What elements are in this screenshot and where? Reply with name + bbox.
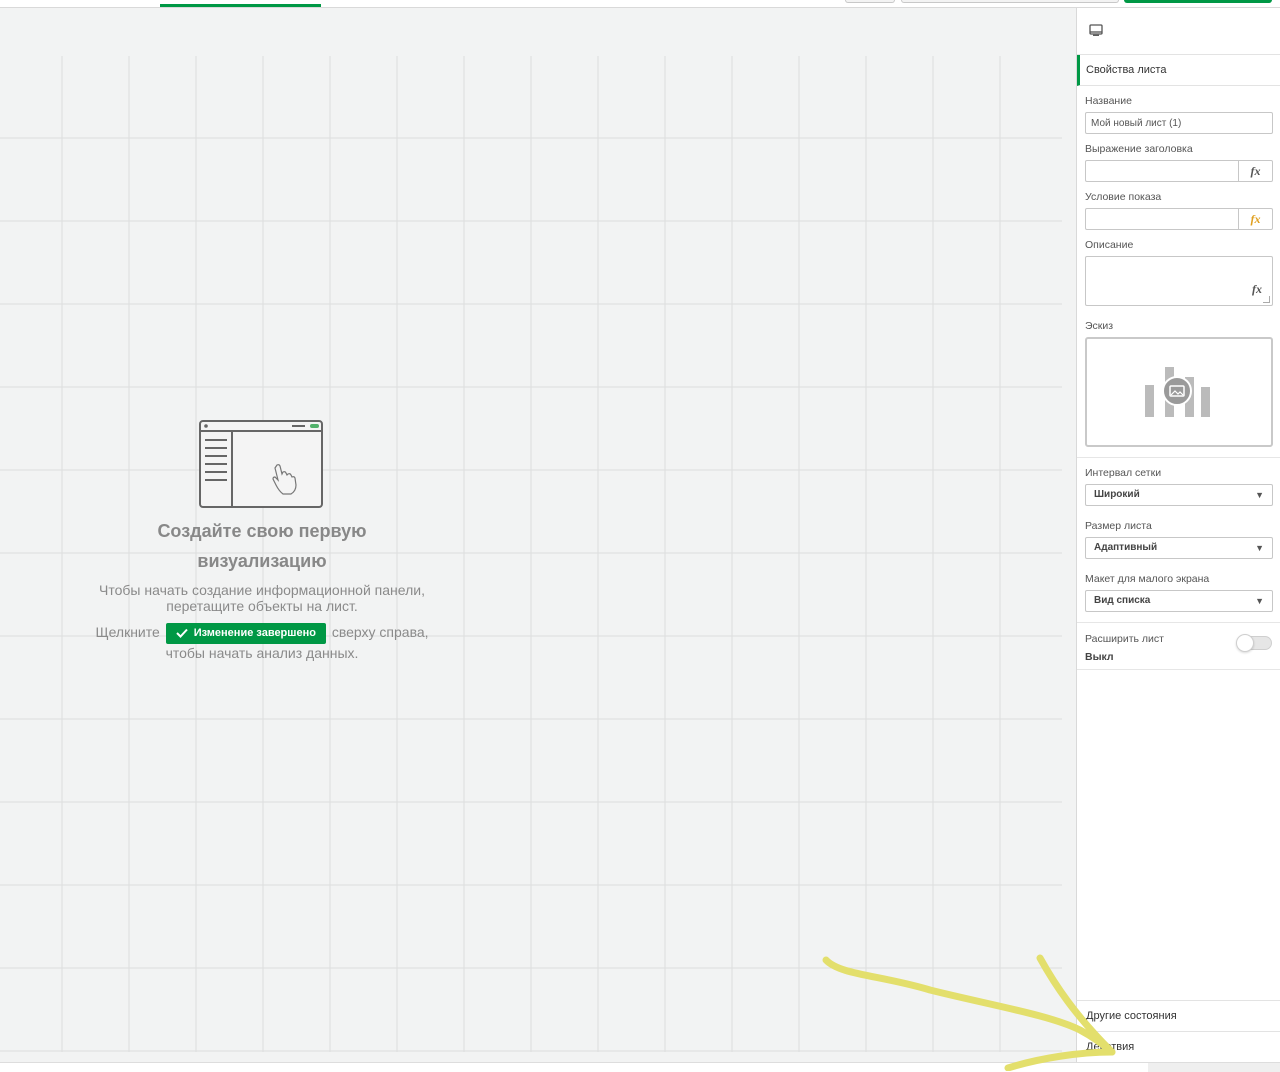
- sheet-size-label: Размер листа: [1085, 520, 1152, 532]
- alternate-states-section[interactable]: Другие состояния: [1077, 1000, 1280, 1031]
- caret-down-icon: ▼: [1255, 543, 1264, 553]
- small-screen-layout-dropdown[interactable]: Вид списка ▼: [1085, 590, 1273, 612]
- grid-spacing-dropdown[interactable]: Широкий ▼: [1085, 484, 1273, 506]
- check-icon: [175, 629, 188, 639]
- extend-sheet-label: Расширить лист: [1085, 633, 1164, 645]
- empty-state: Создайте свою первую визуализацию Чтобы …: [90, 420, 434, 664]
- properties-fields: Название Мой новый лист (1) Выражение за…: [1077, 95, 1280, 670]
- thumbnail-label: Эскиз: [1085, 320, 1114, 332]
- done-editing-button-fragment[interactable]: [1124, 0, 1272, 3]
- show-condition-input[interactable]: [1085, 208, 1239, 230]
- actions-section[interactable]: Действия: [1077, 1031, 1280, 1062]
- description-textarea[interactable]: fx: [1085, 256, 1273, 306]
- sheet-illustration-icon: [199, 420, 323, 508]
- toolbar-search-fragment[interactable]: [901, 0, 1119, 3]
- divider: [1077, 622, 1280, 623]
- grid-spacing-label: Интервал сетки: [1085, 467, 1162, 479]
- grid-spacing-value: Широкий: [1094, 489, 1140, 500]
- empty-title-line1: Создайте свою первую: [157, 521, 367, 541]
- empty-state-title: Создайте свою первую визуализацию: [90, 516, 434, 576]
- empty-state-description: Чтобы начать создание информационной пан…: [90, 582, 434, 614]
- empty-text-line2: перетащите объекты на лист.: [166, 598, 358, 614]
- top-toolbar-strip: [0, 0, 1280, 8]
- extend-sheet-toggle[interactable]: [1236, 634, 1272, 652]
- hint-line2: чтобы начать анализ данных.: [165, 644, 359, 661]
- extend-sheet-state: Выкл: [1085, 651, 1114, 663]
- caret-down-icon: ▼: [1255, 490, 1264, 500]
- description-fx-button[interactable]: fx: [1252, 282, 1262, 297]
- done-chip-label: Изменение завершено: [193, 626, 316, 639]
- show-condition-fx-button[interactable]: fx: [1239, 208, 1273, 230]
- divider: [1077, 669, 1280, 670]
- sheet-properties-section[interactable]: Свойства листа: [1077, 55, 1280, 86]
- thumbnail-picker[interactable]: [1085, 337, 1273, 447]
- caret-down-icon: ▼: [1255, 596, 1264, 606]
- title-expression-field: fx: [1085, 160, 1273, 182]
- sheet-size-dropdown[interactable]: Адаптивный ▼: [1085, 537, 1273, 559]
- empty-state-hint: Щелкните Изменение завершено сверху спра…: [90, 622, 434, 664]
- empty-text-line1: Чтобы начать создание информационной пан…: [99, 582, 425, 598]
- title-expression-input[interactable]: [1085, 160, 1239, 182]
- sheet-size-value: Адаптивный: [1094, 542, 1158, 553]
- title-expression-fx-button[interactable]: fx: [1239, 160, 1273, 182]
- divider: [1077, 457, 1280, 458]
- hint-prefix: Щелкните: [95, 624, 160, 640]
- show-condition-label: Условие показа: [1085, 191, 1162, 203]
- extend-sheet-row: Расширить лист Выкл: [1085, 629, 1273, 669]
- sheet-icon[interactable]: [1089, 24, 1103, 36]
- panel-header: [1077, 8, 1280, 55]
- toolbar-button-fragment[interactable]: [845, 0, 895, 3]
- empty-title-line2: визуализацию: [197, 551, 327, 571]
- active-tab-indicator: [160, 4, 321, 7]
- description-label: Описание: [1085, 239, 1134, 251]
- hint-suffix: сверху справа,: [331, 624, 429, 640]
- show-condition-field: fx: [1085, 208, 1273, 230]
- toggle-knob: [1236, 634, 1254, 652]
- title-expression-label: Выражение заголовка: [1085, 143, 1193, 155]
- sheet-name-input[interactable]: Мой новый лист (1): [1085, 112, 1273, 134]
- sheet-canvas[interactable]: Создайте свою первую визуализацию Чтобы …: [0, 8, 1067, 1052]
- small-screen-layout-value: Вид списка: [1094, 595, 1151, 606]
- done-editing-inline-button: Изменение завершено: [165, 622, 326, 644]
- thumbnail-placeholder-icon: [1145, 367, 1210, 417]
- name-label: Название: [1085, 95, 1132, 107]
- resize-grip-icon[interactable]: [1263, 296, 1270, 303]
- properties-panel: Свойства листа Название Мой новый лист (…: [1076, 8, 1280, 1062]
- small-screen-layout-label: Макет для малого экрана: [1085, 573, 1210, 585]
